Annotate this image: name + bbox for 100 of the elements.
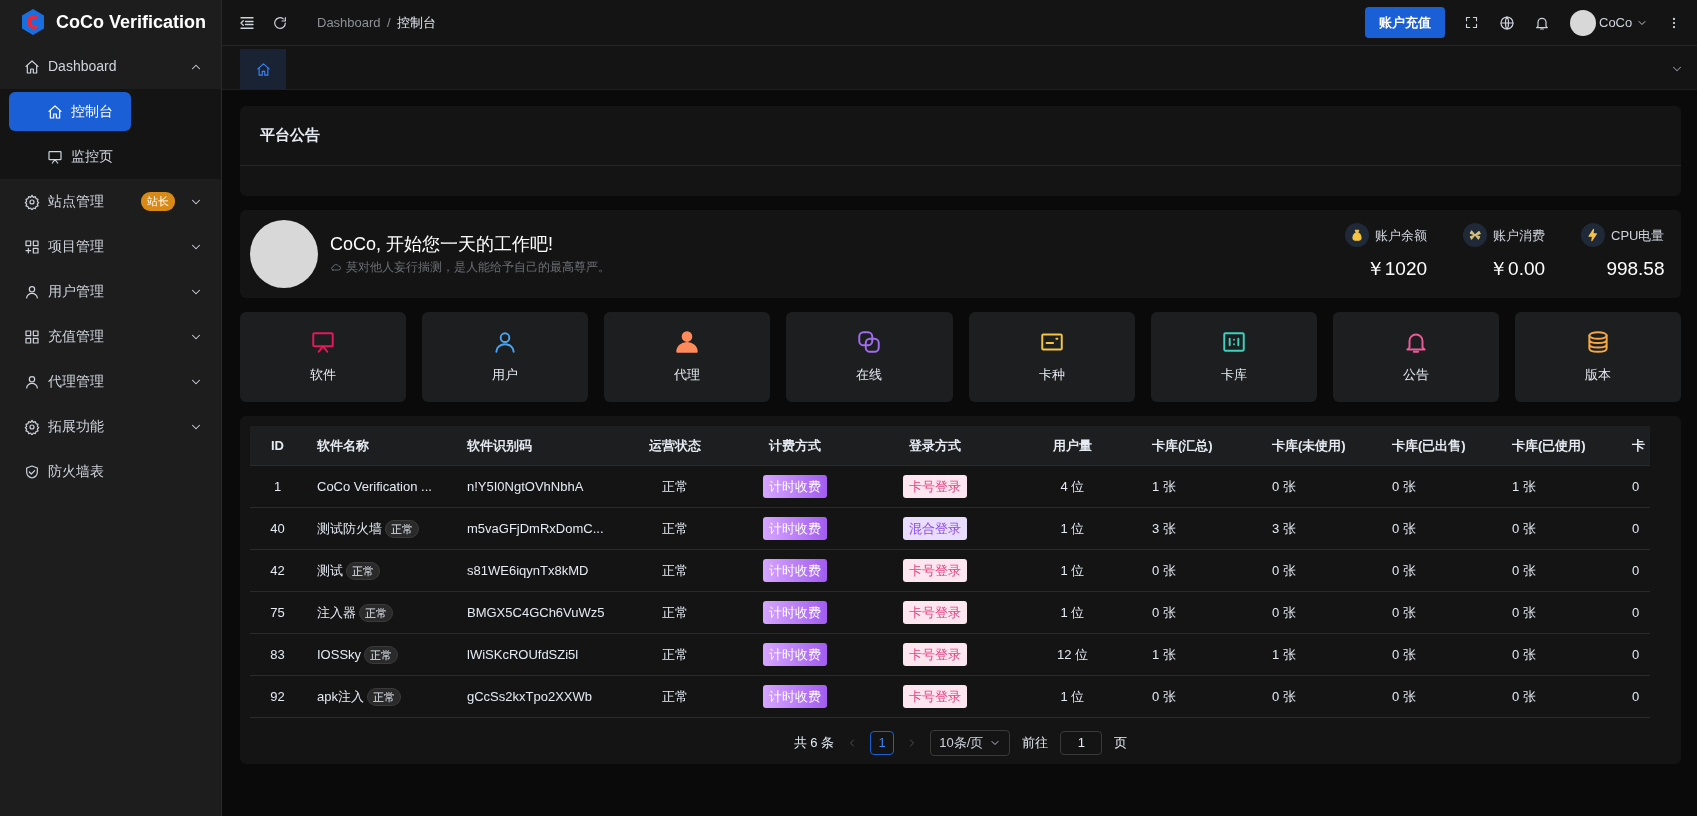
user-icon [24,283,40,300]
column-header: 软件名称 [305,425,455,466]
sidebar-item[interactable]: 充值管理 [0,314,221,359]
card-title: 平台公告 [260,126,320,143]
breadcrumb-item[interactable]: Dashboard [317,12,381,33]
sidebar-item[interactable]: 项目管理 [0,224,221,269]
table-cell: IOSSky [317,646,362,662]
grid-icon [24,328,40,345]
table-cell: 正常 [625,591,725,634]
table-cell: n!Y5I0NgtOVhNbhA [455,465,625,508]
table-cell: 0 张 [1380,633,1500,676]
table-cell: 42 [250,549,305,592]
gear-icon [24,418,40,435]
home-icon [24,58,40,75]
goto-label: 前往 [1022,734,1049,752]
table-cell: 0 [1620,591,1650,634]
motto-text: 莫对他人妄行揣测，是人能给予自己的最高尊严。 [346,259,610,276]
shortcut-tile[interactable]: 在线 [786,311,953,402]
page-input[interactable]: 1 [1060,730,1103,755]
table-cell: 0 张 [1380,465,1500,508]
table-cell: apk注入 [317,688,364,704]
column-header: 计费方式 [725,425,865,466]
shortcut-tile[interactable]: 版本 [1514,311,1681,402]
table-cell: 正常 [625,549,725,592]
status-tag: 正常 [385,519,419,539]
table-cell: 4 位 [1005,465,1140,508]
table-cell: 1 位 [1005,549,1140,592]
table-cell: 1 位 [1005,507,1140,550]
sidebar-item[interactable]: 防火墙表 [0,449,221,494]
table-cell: 1 位 [1005,675,1140,718]
table-cell: 3 张 [1140,507,1260,550]
shortcut-tile[interactable]: 公告 [1332,311,1499,402]
login-tag: 卡号登录 [903,684,967,709]
column-header: 用户量 [1005,425,1140,466]
stat-value: ￥0.00 [1488,257,1546,282]
login-tag: 卡号登录 [903,474,967,499]
table-cell: 0 [1620,549,1650,592]
sidebar-item[interactable]: 代理管理 [0,359,221,404]
page-button[interactable]: 1 [870,730,895,755]
billing-tag: 计时收费 [763,474,827,499]
home-tab[interactable] [240,49,286,89]
login-tag: 卡号登录 [903,642,967,667]
stat-label: 账户余额 [1375,226,1428,245]
user-menu[interactable]: CoCo [1569,9,1648,36]
table-cell: 75 [250,591,305,634]
table-cell: 1 张 [1500,465,1620,508]
sidebar-item[interactable]: 用户管理 [0,269,221,314]
table-cell: 0 [1620,633,1650,676]
table-cell: 1 张 [1140,465,1260,508]
page-size-select[interactable]: 10条/页 [930,730,1011,756]
sidebar-item[interactable]: 拓展功能 [0,404,221,449]
stat-label: 账户消费 [1493,226,1546,245]
table-cell: m5vaGFjDmRxDomC... [455,507,625,550]
sidebar-item[interactable]: 站点管理 站长 [0,179,221,224]
table-cell: 0 张 [1140,591,1260,634]
column-header: ID [250,425,305,466]
billing-tag: 计时收费 [763,600,827,625]
table-cell: 0 张 [1260,549,1380,592]
table-cell: 0 张 [1500,507,1620,550]
greeting: CoCo, 开始您一天的工作吧! [330,233,555,256]
table-cell: 0 张 [1380,675,1500,718]
status-tag: 正常 [366,687,401,707]
table-cell: 0 张 [1260,465,1380,508]
table-cell: 正常 [625,507,725,550]
table-cell: 正常 [625,633,725,676]
column-header: 运营状态 [625,425,725,466]
sidebar-item[interactable]: Dashboard [0,44,221,89]
user-icon [24,373,40,390]
cloud-icon [330,261,342,273]
table-cell: 83 [250,633,305,676]
breadcrumb-separator: / [387,13,391,32]
shortcut-tile[interactable]: 卡库 [1150,311,1317,402]
table-cell: 12 位 [1005,633,1140,676]
status-tag: 正常 [364,645,399,665]
shortcut-tile[interactable]: 用户 [422,311,589,402]
stat-label: CPU电量 [1611,226,1665,245]
table-cell: BMGX5C4GCh6VuWz5 [455,591,625,634]
sidebar-subitem[interactable]: 监控页 [9,137,131,176]
table-cell: 3 张 [1260,507,1380,550]
table-cell: 测试 [317,562,343,578]
gear-icon [24,193,40,210]
table-cell: 0 张 [1500,591,1620,634]
table-cell: 92 [250,675,305,718]
column-header: 软件识别码 [455,425,625,466]
table-cell: 0 张 [1260,675,1380,718]
table-cell: 0 张 [1500,675,1620,718]
table-cell: 1 [250,465,305,508]
page-suffix: 页 [1114,734,1128,752]
shortcut-tile[interactable]: 软件 [240,311,407,402]
table-cell: 0 张 [1260,591,1380,634]
table-cell: 0 [1620,675,1650,718]
sidebar-subitem[interactable]: 控制台 [9,92,131,131]
table-cell: 0 张 [1500,633,1620,676]
table-cell: 0 张 [1140,549,1260,592]
recharge-button[interactable]: 账户充值 [1364,6,1445,39]
table-cell: 0 [1620,465,1650,508]
breadcrumb-item: 控制台 [397,13,437,32]
billing-tag: 计时收费 [763,684,827,709]
shortcut-tile[interactable]: 卡种 [968,311,1135,402]
shortcut-tile[interactable]: 代理 [604,311,771,402]
